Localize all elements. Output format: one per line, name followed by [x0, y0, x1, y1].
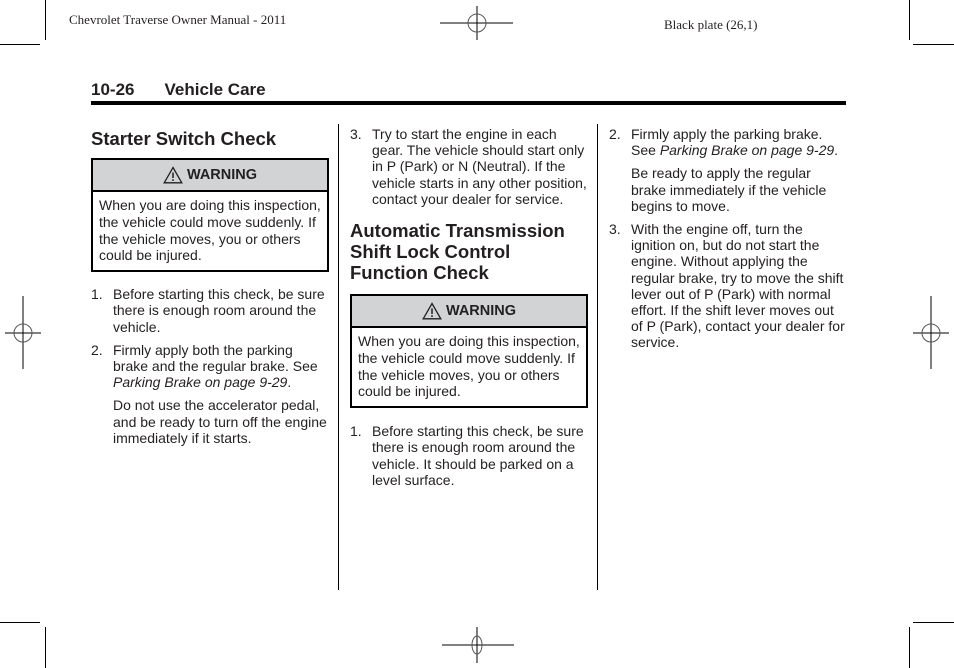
step-note: Be ready to apply the regular brake imme…	[631, 165, 827, 214]
header-rule	[91, 101, 846, 105]
cross-reference-link[interactable]: Parking Brake on page 9-29	[113, 374, 287, 390]
crop-mark-top-right-vertical	[909, 0, 910, 40]
warning-triangle-icon	[163, 166, 183, 184]
warning-label: WARNING	[186, 166, 258, 183]
list-item: 3. Try to start the engine in each gear.…	[350, 126, 588, 207]
step-number: 1.	[91, 286, 103, 303]
step-number: 3.	[609, 221, 621, 238]
page-number: 10-26	[91, 80, 135, 99]
step-number: 2.	[91, 341, 103, 358]
step-text: Try to start the engine in each gear. Th…	[372, 126, 587, 207]
list-item: 2. Firmly apply both the parking brake a…	[91, 342, 329, 446]
step-number: 2.	[609, 126, 621, 142]
column-1: Starter Switch Check WARNING When you ar…	[91, 126, 329, 453]
list-item: 1. Before starting this check, be sure t…	[91, 286, 329, 335]
list-item: 2. Firmly apply the parking brake. See P…	[609, 126, 847, 214]
step-text: With the engine off, turn the ignition o…	[631, 221, 845, 351]
crop-mark-bottom-right-horizontal	[913, 622, 954, 623]
step-number: 3.	[350, 126, 362, 142]
registration-mark-bottom-icon	[442, 627, 514, 663]
step-text-part: .	[834, 142, 839, 159]
crop-mark-top-left-vertical	[45, 0, 46, 40]
warning-header: WARNING	[352, 296, 586, 329]
section-name: Vehicle Care	[164, 80, 266, 99]
step-text: Firmly apply both the parking brake and …	[113, 342, 329, 391]
crop-mark-bottom-left-vertical	[45, 627, 46, 668]
warning-header: WARNING	[93, 160, 327, 192]
warning-box: WARNING When you are doing this inspecti…	[350, 294, 588, 409]
step-number: 1.	[350, 423, 362, 440]
crop-mark-bottom-left-horizontal	[0, 622, 40, 623]
section-title-starter-switch: Starter Switch Check	[91, 128, 277, 149]
step-text-part: .	[287, 374, 292, 391]
crop-mark-top-right-horizontal	[913, 44, 954, 45]
warning-triangle-icon	[422, 302, 442, 320]
registration-mark-top-icon	[440, 6, 513, 40]
crop-mark-top-left-horizontal	[0, 44, 40, 45]
cross-reference-link[interactable]: Parking Brake on page 9-29	[660, 142, 834, 158]
steps-list-continued: 2. Firmly apply the parking brake. See P…	[609, 126, 847, 351]
column-divider-1	[338, 124, 339, 590]
warning-box: WARNING When you are doing this inspecti…	[91, 158, 329, 273]
warning-label: WARNING	[445, 302, 517, 319]
steps-list-continued: 3. Try to start the engine in each gear.…	[350, 126, 588, 207]
page-header: 10-26 Vehicle Care	[91, 80, 266, 100]
column-2: 3. Try to start the engine in each gear.…	[350, 126, 588, 495]
list-item: 1. Before starting this check, be sure t…	[350, 423, 588, 488]
registration-mark-right-icon	[913, 296, 949, 369]
warning-text: When you are doing this inspection, the …	[99, 197, 321, 264]
running-head-title: Chevrolet Traverse Owner Manual - 2011	[69, 12, 287, 27]
list-item: 3. With the engine off, turn the ignitio…	[609, 221, 847, 351]
running-head-plate: Black plate (26,1)	[664, 17, 758, 32]
step-note: Do not use the accelerator pedal, and be…	[113, 397, 327, 446]
step-text: Firmly apply the parking brake. See Park…	[631, 126, 847, 158]
crop-mark-bottom-right-vertical	[909, 627, 910, 668]
step-text: Before starting this check, be sure ther…	[372, 423, 584, 488]
steps-list: 1. Before starting this check, be sure t…	[91, 286, 329, 446]
registration-mark-left-icon	[5, 296, 41, 369]
section-title-shift-lock: Automatic Transmission Shift Lock Contro…	[350, 220, 565, 284]
step-text-part: Firmly apply both the parking brake and …	[113, 341, 318, 374]
steps-list: 1. Before starting this check, be sure t…	[350, 423, 588, 488]
step-text: Before starting this check, be sure ther…	[113, 286, 325, 335]
column-3: 2. Firmly apply the parking brake. See P…	[609, 126, 847, 358]
warning-text: When you are doing this inspection, the …	[358, 333, 580, 400]
column-divider-2	[597, 124, 598, 590]
